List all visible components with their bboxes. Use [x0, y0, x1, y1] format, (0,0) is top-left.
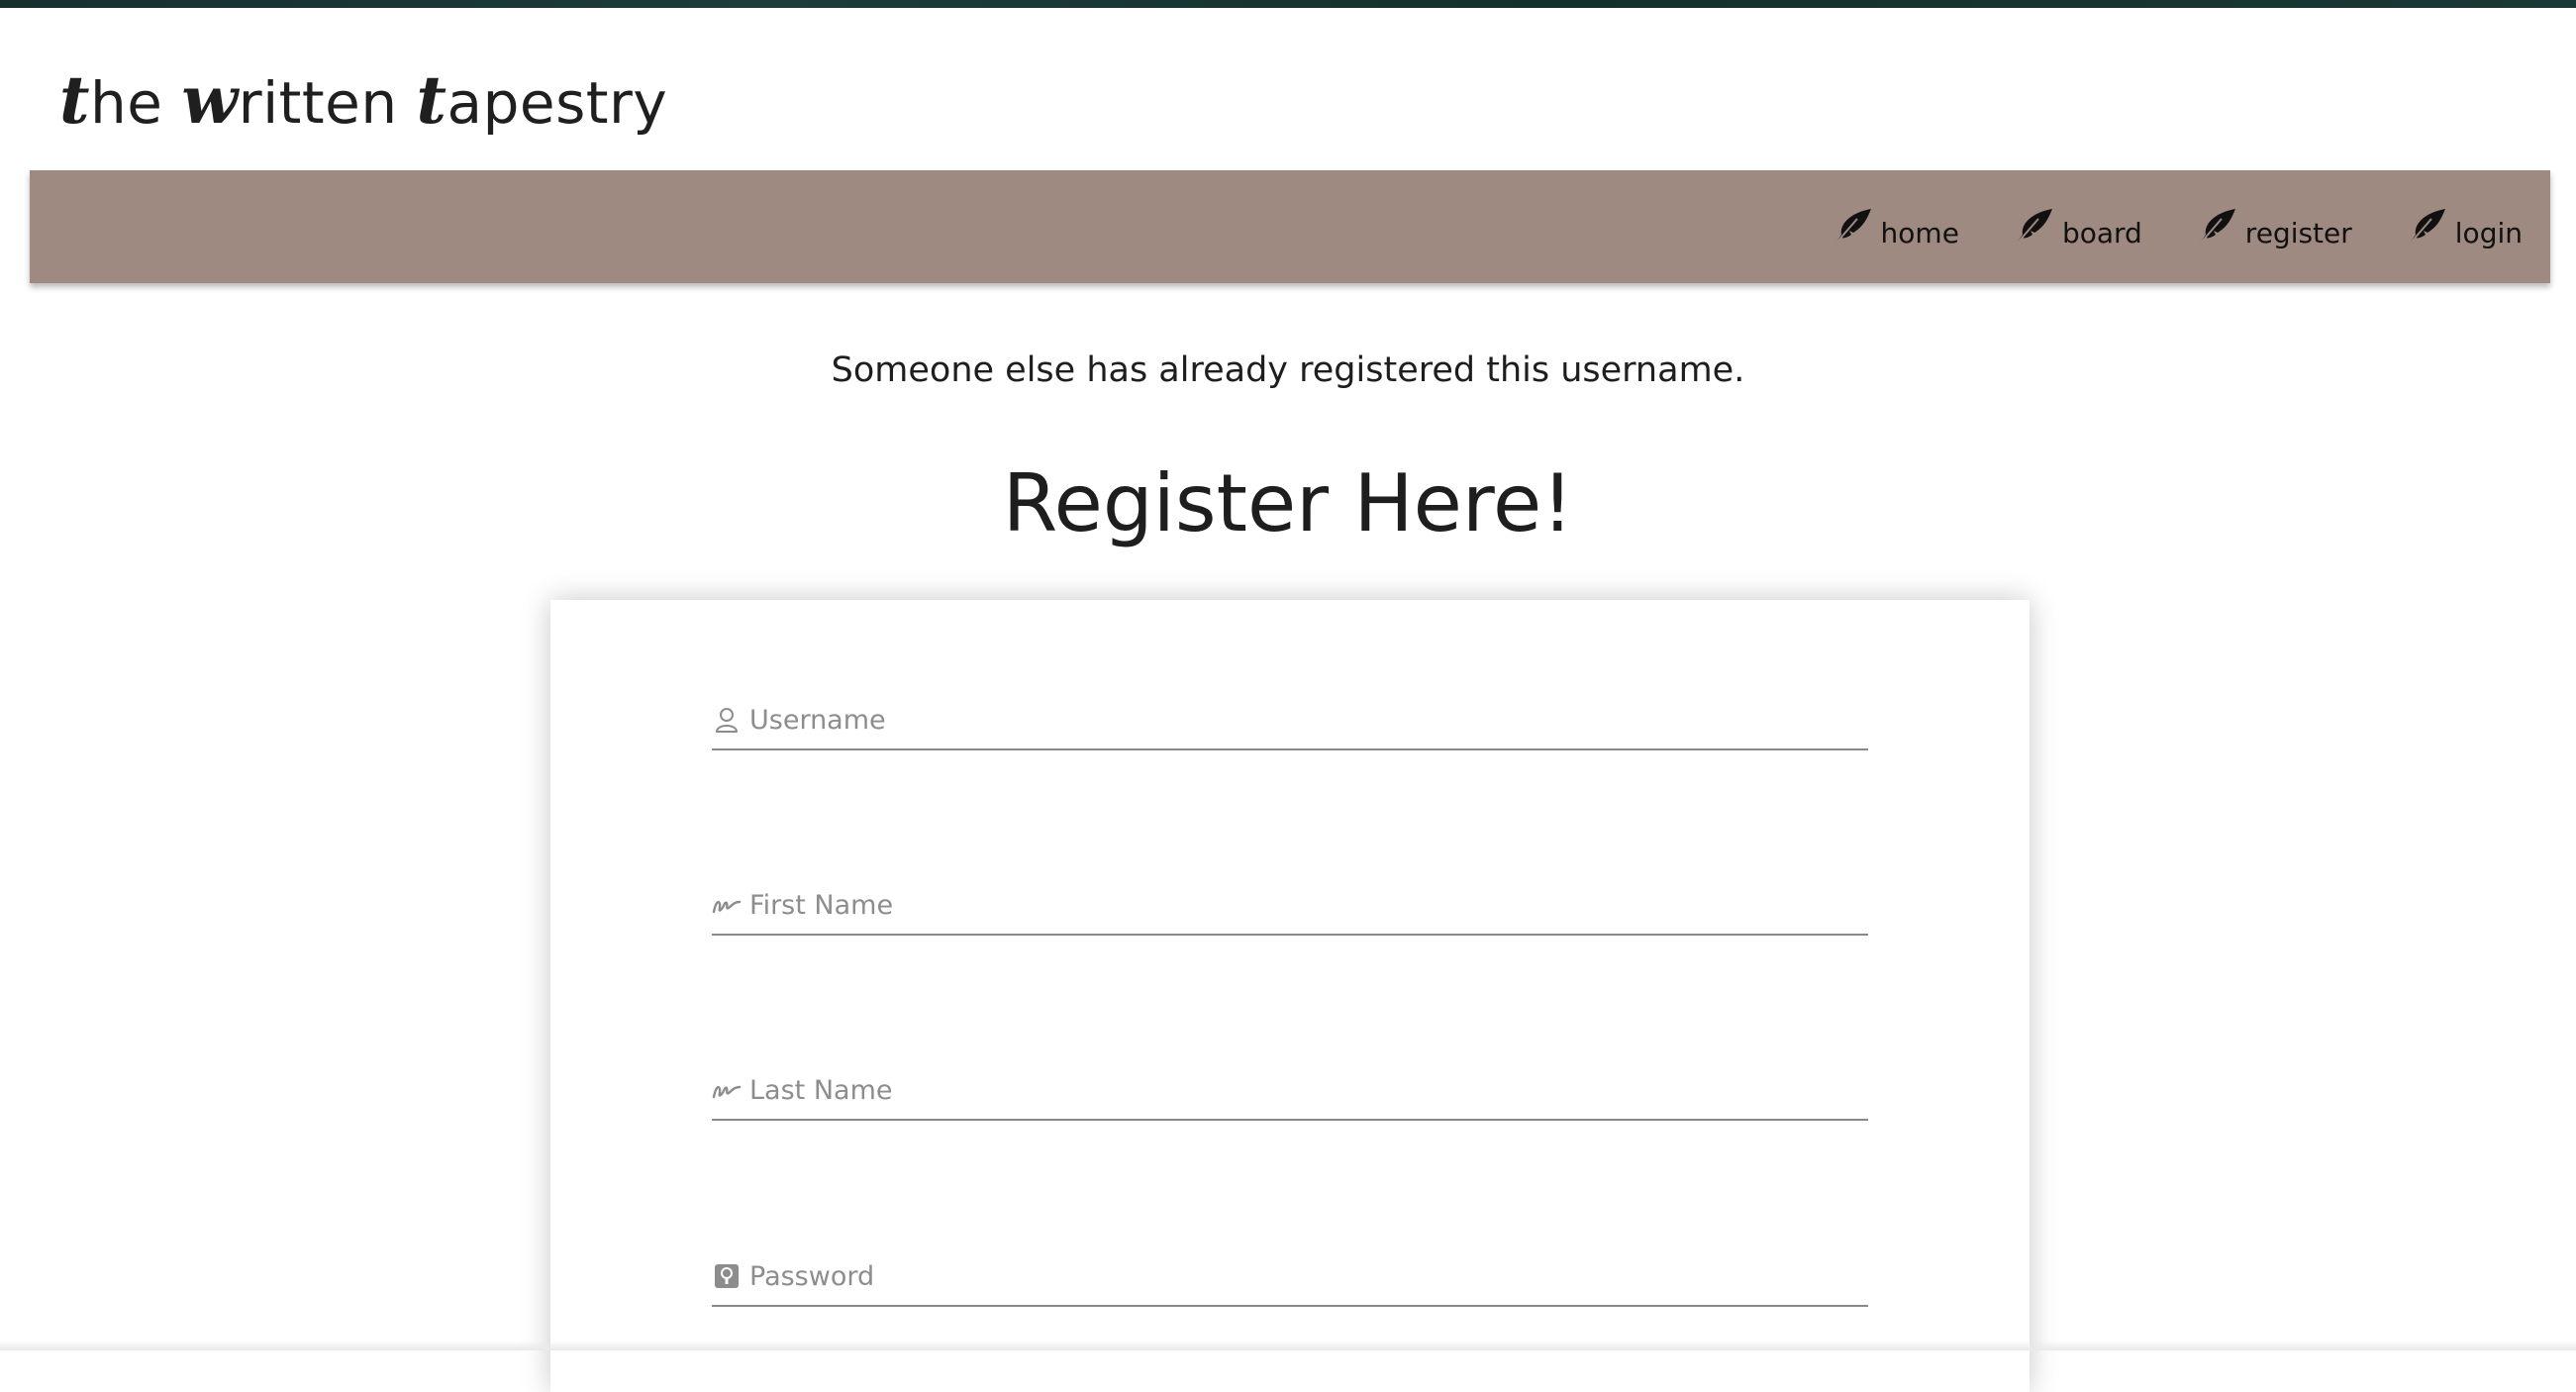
password-field — [712, 1247, 1868, 1307]
top-banner-strip — [0, 0, 2576, 8]
first-name-input[interactable] — [749, 883, 1838, 927]
logo-letter: t — [416, 61, 447, 139]
first-name-field — [712, 876, 1868, 936]
user-icon — [716, 708, 738, 733]
signature-icon — [712, 900, 742, 914]
nav-link-board[interactable]: board — [2009, 205, 2142, 252]
feather-icon — [2405, 209, 2445, 249]
page-title: Register Here! — [1002, 457, 1574, 549]
logo-letter: t — [59, 61, 90, 139]
nav-links: home board register login — [1828, 204, 2523, 253]
signature-icon — [712, 1085, 742, 1099]
logo-text: he — [90, 69, 182, 137]
last-name-field — [712, 1061, 1868, 1121]
feather-icon — [2195, 209, 2235, 249]
nav-label: login — [2454, 217, 2523, 249]
nav-label: home — [1880, 217, 1959, 249]
nav-link-home[interactable]: home — [1828, 205, 1959, 252]
nav-label: board — [2061, 217, 2142, 249]
site-logo[interactable]: the written tapestry — [59, 61, 667, 139]
logo-text: ritten — [238, 69, 417, 137]
username-field — [712, 691, 1868, 750]
feather-icon — [1830, 209, 1871, 249]
password-input[interactable] — [749, 1254, 1838, 1298]
error-message: Someone else has already registered this… — [831, 350, 1745, 390]
last-name-input[interactable] — [749, 1068, 1838, 1112]
feather-icon — [2012, 209, 2052, 249]
key-icon — [715, 1264, 739, 1288]
main-navbar: home board register login — [30, 170, 2550, 283]
nav-label: register — [2244, 217, 2352, 249]
username-input[interactable] — [749, 698, 1838, 742]
logo-text: apestry — [446, 69, 668, 137]
nav-link-login[interactable]: login — [2402, 205, 2523, 252]
nav-link-register[interactable]: register — [2192, 205, 2352, 252]
page-bottom-fade — [0, 1341, 2576, 1350]
register-form — [550, 600, 2030, 1392]
logo-letter: w — [181, 61, 239, 139]
